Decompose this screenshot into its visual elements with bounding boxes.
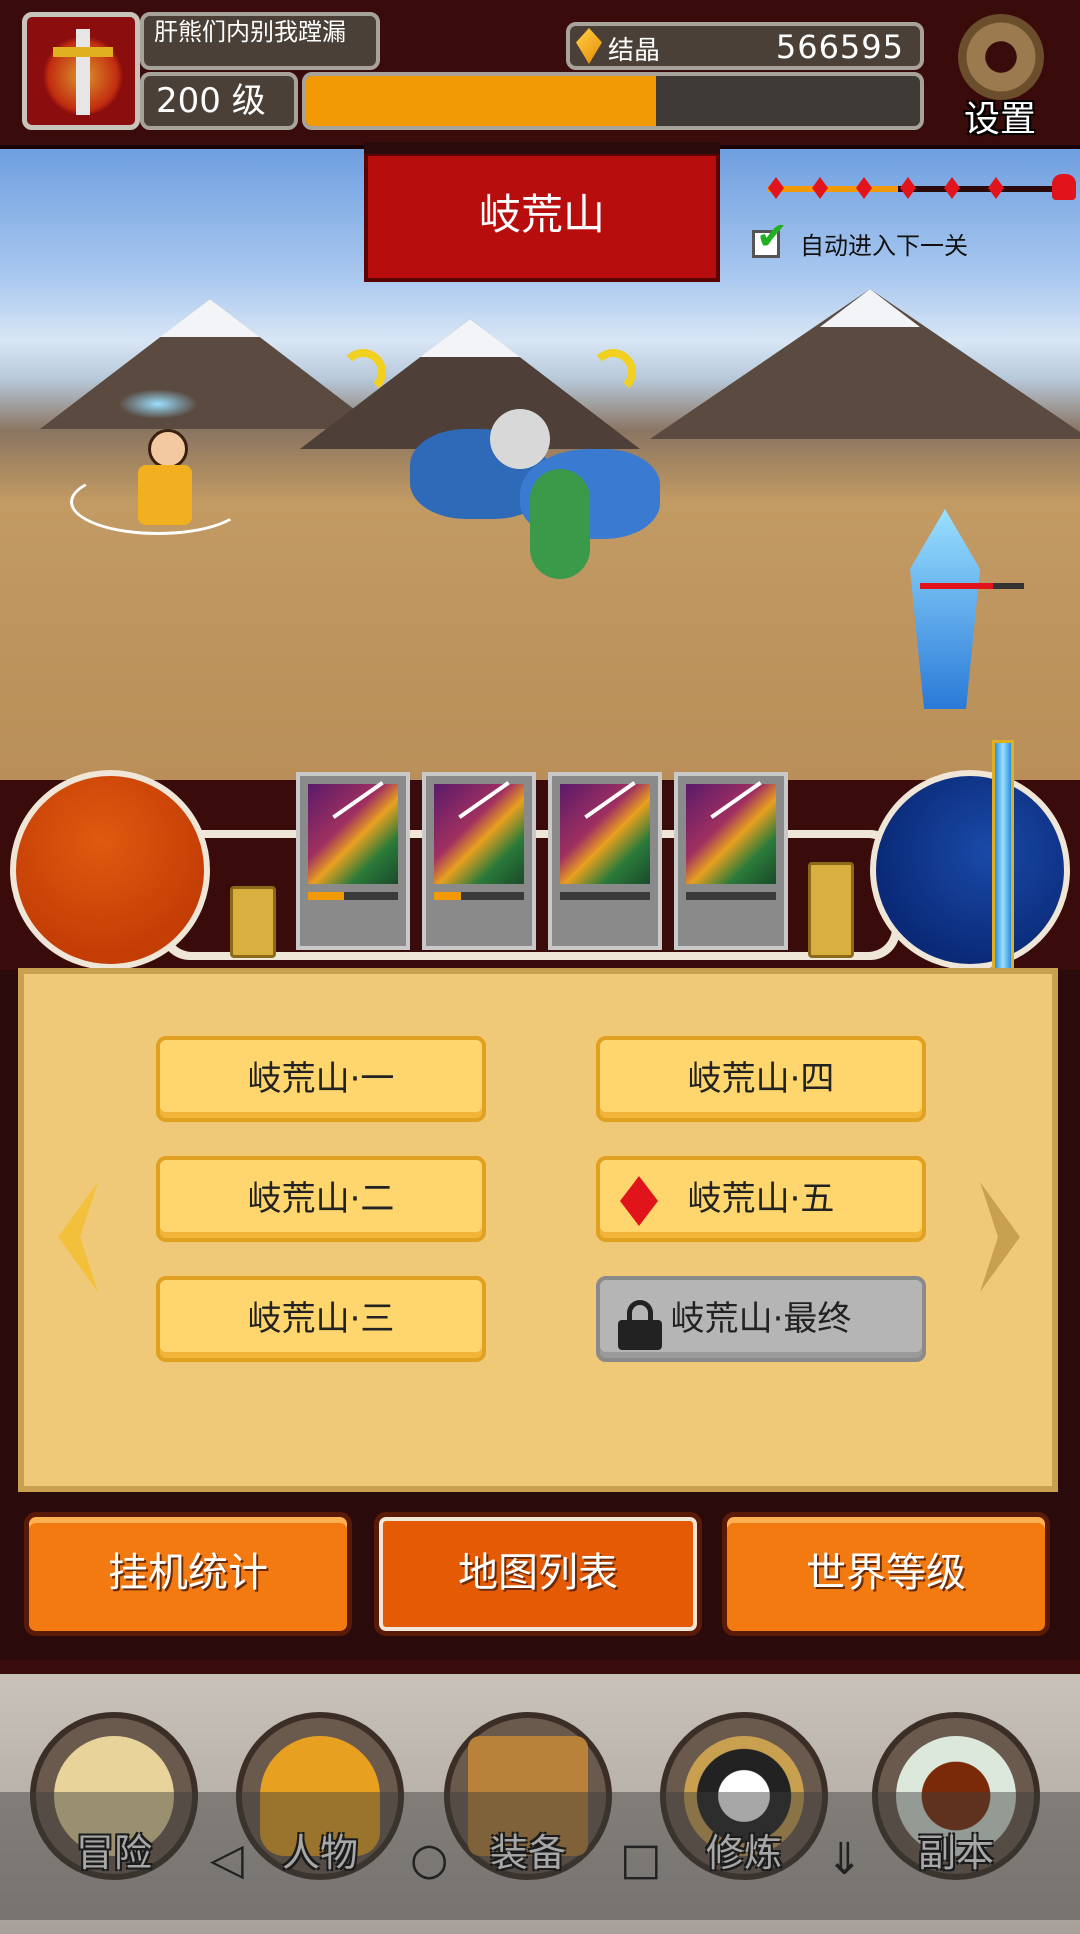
crystal-counter: 结晶 566595	[566, 22, 924, 70]
crystal-icon	[576, 28, 602, 64]
settings-button[interactable]: 设置	[940, 14, 1060, 140]
green-monster-enemy	[530, 469, 590, 579]
checkmark-icon: ✔	[756, 214, 788, 258]
boss-skull-icon	[1052, 174, 1076, 200]
skill-card-art	[434, 781, 524, 884]
system-notification-pulldown-icon[interactable]: ⇓	[826, 1838, 863, 1882]
skill-card-art	[308, 781, 398, 884]
lock-icon	[618, 1300, 662, 1350]
stage-title-banner: 岐荒山	[364, 142, 720, 282]
skill-card-cooldown	[308, 892, 398, 900]
skill-card-4[interactable]	[674, 772, 788, 950]
map-level-label: 岐荒山·三	[247, 1299, 395, 1339]
system-back-icon[interactable]: ◁	[210, 1838, 244, 1882]
card-deck-icon[interactable]	[230, 886, 276, 958]
system-navigation-bar	[0, 1792, 1080, 1920]
sword-icon	[76, 29, 90, 115]
mountain-snowcap	[420, 319, 520, 357]
experience-bar	[302, 72, 924, 130]
skill-card-2[interactable]	[422, 772, 536, 950]
experience-bar-fill	[306, 76, 656, 126]
card-discard-icon[interactable]	[808, 862, 854, 958]
map-level-button-4[interactable]: 岐荒山·四	[596, 1036, 926, 1122]
health-orb	[10, 770, 210, 970]
current-level-diamond-icon	[620, 1176, 658, 1226]
player-name: 肝熊们内别我蹚漏	[140, 12, 380, 70]
enemy-health-bar	[920, 583, 1024, 589]
map-level-label: 岐荒山·二	[247, 1179, 395, 1219]
skill-card-cooldown	[560, 892, 650, 900]
staff-icon	[992, 740, 1014, 990]
settings-label: 设置	[964, 99, 1037, 140]
tab-idle-stats[interactable]: 挂机统计	[24, 1512, 352, 1636]
map-level-button-6[interactable]: 岐荒山·最终	[596, 1276, 926, 1362]
skill-card-cooldown	[434, 892, 524, 900]
skill-card-art	[686, 781, 776, 884]
map-level-label: 岐荒山·最终	[670, 1299, 852, 1339]
map-level-label: 岐荒山·四	[687, 1059, 835, 1099]
map-level-button-1[interactable]: 岐荒山·一	[156, 1036, 486, 1122]
mountain-snowcap	[820, 289, 920, 327]
player-avatar[interactable]	[22, 12, 140, 130]
mountain-snowcap	[160, 299, 260, 337]
map-level-button-5[interactable]: 岐荒山·五	[596, 1156, 926, 1242]
crystal-label: 结晶	[608, 36, 661, 66]
sword-slash-effect	[70, 469, 246, 535]
stage-progress-remaining	[898, 186, 1058, 192]
skill-card-1[interactable]	[296, 772, 410, 950]
skill-card-cooldown	[686, 892, 776, 900]
skill-card-art	[560, 781, 650, 884]
crescent-projectile	[340, 349, 386, 395]
map-level-label: 岐荒山·五	[687, 1179, 835, 1219]
system-recents-icon[interactable]: □	[620, 1838, 662, 1882]
sword-guard	[53, 47, 113, 57]
gear-icon	[958, 14, 1044, 100]
map-level-button-2[interactable]: 岐荒山·二	[156, 1156, 486, 1242]
system-home-icon[interactable]: ○	[410, 1838, 448, 1882]
map-level-button-3[interactable]: 岐荒山·三	[156, 1276, 486, 1362]
skill-card-3[interactable]	[548, 772, 662, 950]
crystal-value: 566595	[775, 28, 904, 66]
stage-progress-track	[768, 174, 1076, 200]
ice-spirit-enemy	[910, 509, 980, 709]
map-level-label: 岐荒山·一	[247, 1059, 395, 1099]
player-level: 200 级	[140, 72, 298, 130]
tab-world-level[interactable]: 世界等级	[722, 1512, 1050, 1636]
mana-orb	[870, 770, 1070, 970]
auto-next-label: 自动进入下一关	[800, 232, 968, 260]
ice-effect	[118, 389, 198, 419]
tab-map-list[interactable]: 地图列表	[374, 1512, 702, 1636]
crescent-projectile	[590, 349, 636, 395]
skull-monster-enemy	[490, 409, 550, 469]
